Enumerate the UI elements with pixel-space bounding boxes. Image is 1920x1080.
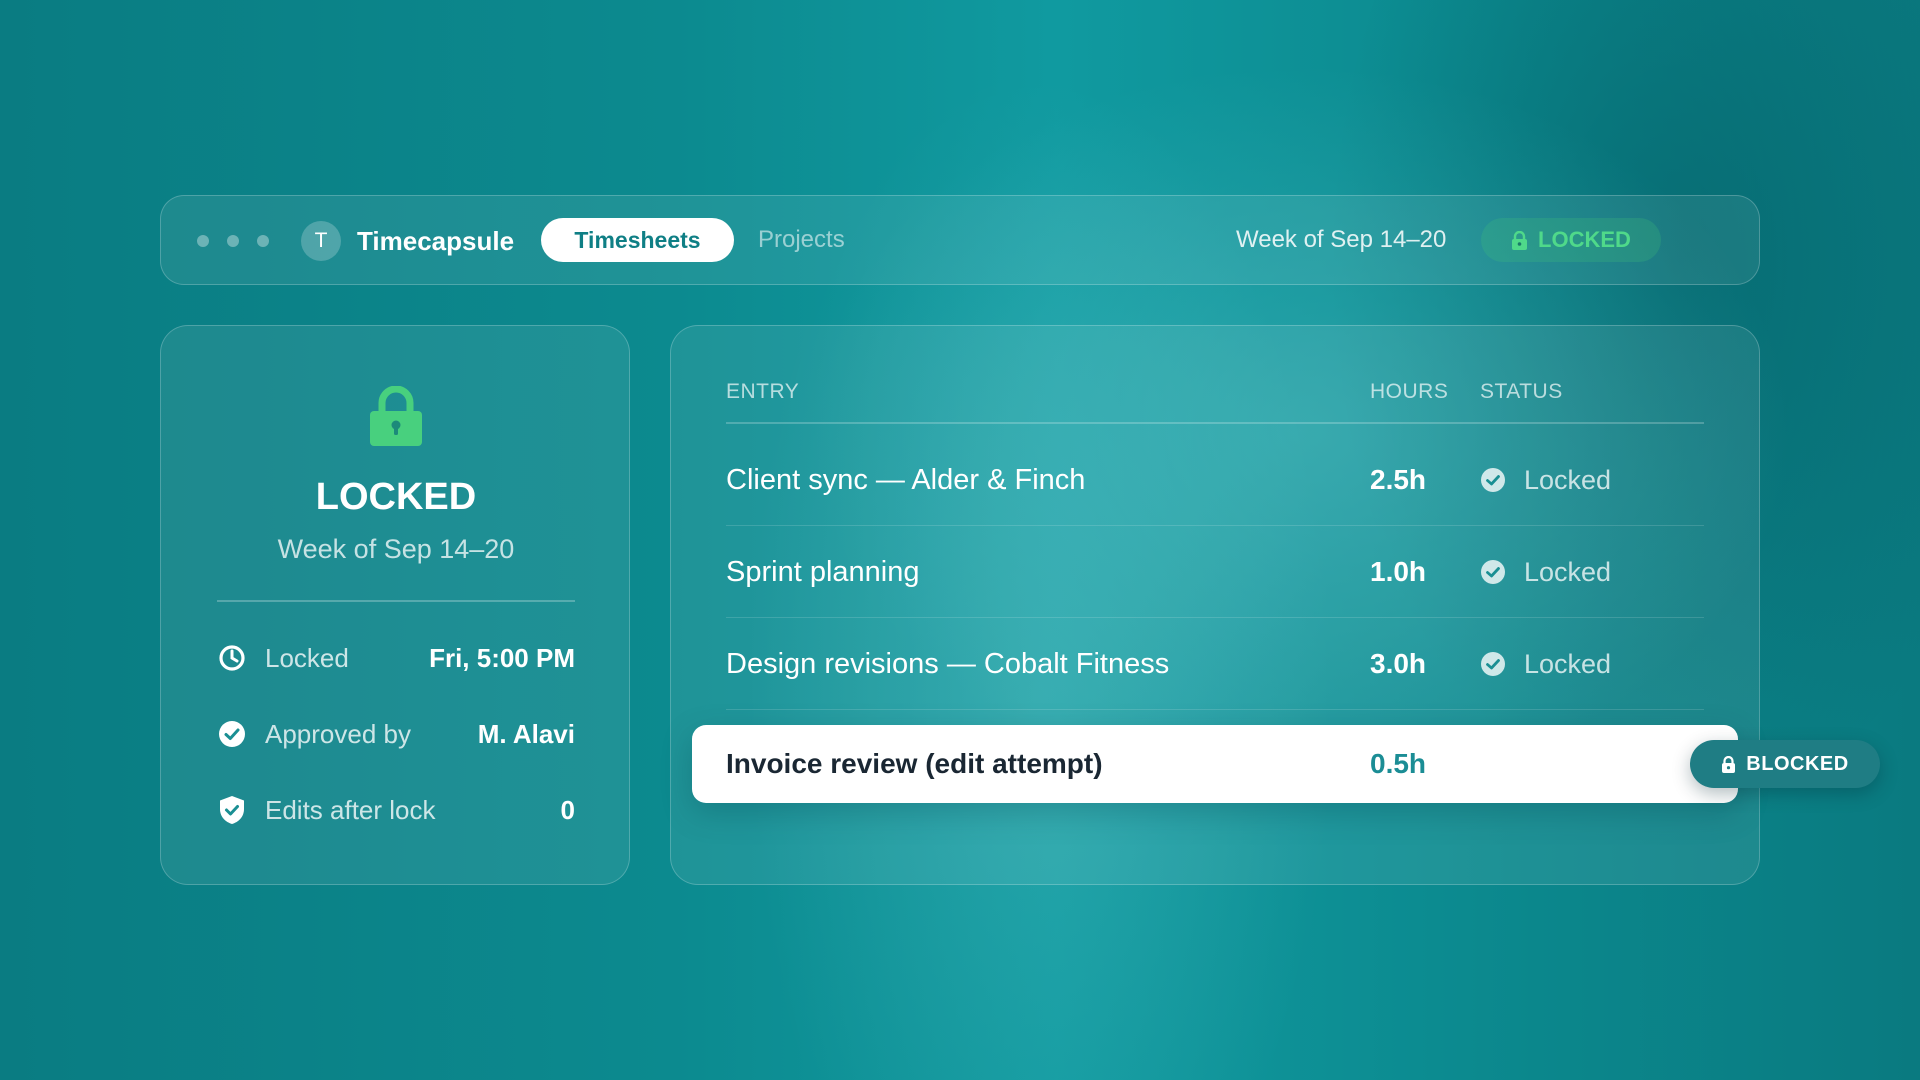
table-row[interactable]: Sprint planning 1.0h Locked [726,526,1704,618]
check-circle-icon [217,719,247,749]
check-circle-icon [1481,468,1505,492]
check-circle-icon [1481,560,1505,584]
column-header-status: STATUS [1480,380,1563,403]
status-label: Locked [1524,557,1612,587]
info-row-locked: Locked Fri, 5:00 PM [217,638,575,678]
divider [217,600,575,602]
top-bar: T Timecapsule Timesheets Projects Week o… [160,195,1760,285]
lock-icon [370,386,422,446]
header-divider [726,422,1704,424]
entry-name: Sprint planning [726,556,920,588]
info-row-approved: Approved by M. Alavi [217,714,575,754]
lock-icon [1512,230,1528,250]
info-label: Edits after lock [265,794,436,825]
week-label: Week of Sep 14–20 [1236,226,1447,253]
shield-check-icon [217,795,247,825]
info-label: Locked [265,642,349,673]
info-value: Fri, 5:00 PM [429,642,575,673]
window-controls [197,235,269,247]
table-row[interactable]: Design revisions — Cobalt Fitness 3.0h L… [726,618,1704,710]
entry-hours: 0.5h [1370,748,1427,779]
status-label: Locked [1524,465,1612,495]
info-row-edits: Edits after lock 0 [217,790,575,830]
entry-status: Locked [1480,552,1611,592]
entry-status: Locked [1480,460,1611,500]
status-label: Locked [1524,649,1612,679]
blocked-badge: BLOCKED [1690,740,1880,788]
entry-name: Client sync — Alder & Finch [726,464,1086,496]
tab-timesheets[interactable]: Timesheets [541,218,734,262]
lock-subtitle: Week of Sep 14–20 [277,534,515,564]
window-dot[interactable] [197,235,209,247]
entry-name: Invoice review (edit attempt) [726,748,1103,779]
entry-status: Locked [1480,644,1611,684]
lock-summary-card: LOCKED Week of Sep 14–20 Locked Fri, 5:0… [160,325,630,885]
column-header-hours: HOURS [1370,380,1449,403]
row-divider [726,708,1704,710]
window-dot[interactable] [227,235,239,247]
window-dot[interactable] [257,235,269,247]
tab-projects[interactable]: Projects [758,218,845,262]
info-value: 0 [560,794,575,825]
blocked-label: BLOCKED [1746,752,1849,775]
info-label: Approved by [265,718,411,749]
status-badge: LOCKED [1481,218,1661,262]
lock-icon [1722,755,1736,773]
info-value: M. Alavi [477,718,575,749]
check-circle-icon [1481,652,1505,676]
edit-attempt-row[interactable]: Invoice review (edit attempt) 0.5h [692,725,1738,803]
status-badge-label: LOCKED [1538,227,1631,252]
entry-hours: 3.0h [1370,648,1427,679]
table-row[interactable]: Client sync — Alder & Finch 2.5h Locked [726,434,1704,526]
entry-hours: 1.0h [1370,556,1427,587]
entry-name: Design revisions — Cobalt Fitness [726,648,1170,680]
lock-title: LOCKED [315,476,477,518]
app-name: Timecapsule [357,226,515,256]
app-avatar: T [301,221,341,261]
column-header-entry: ENTRY [726,380,800,403]
clock-icon [217,643,247,673]
entry-hours: 2.5h [1370,464,1427,495]
